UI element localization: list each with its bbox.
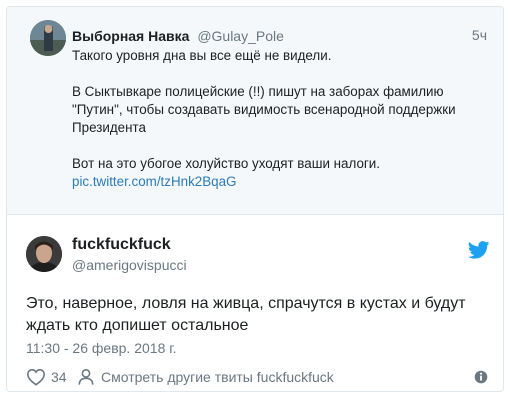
person-icon [78, 368, 94, 385]
quoted-author-name[interactable]: Выборная Навка [72, 28, 189, 44]
quoted-media-link[interactable]: pic.twitter.com/tzHnk2BqaG [72, 173, 482, 191]
quoted-paragraph: Такого уровня дна вы все ещё не видели. [72, 48, 332, 63]
quoted-author-avatar[interactable] [30, 20, 66, 56]
author-avatar[interactable] [26, 236, 62, 272]
more-tweets-link[interactable]: Смотреть другие твиты fuckfuckfuck [101, 369, 334, 385]
tweet-text: Это, наверное, ловля на живца, спрачутся… [26, 293, 496, 337]
quoted-timestamp[interactable]: 5ч [472, 27, 487, 43]
quoted-tweet[interactable]: Выборная Навка @Gulay_Pole 5ч Такого уро… [7, 7, 503, 215]
author-handle[interactable]: @amerigovispucci [72, 257, 187, 273]
tweet-date[interactable]: 11:30 - 26 февр. 2018 г. [26, 340, 177, 356]
quoted-paragraph: Вот на это убогое холуйство уходят ваши … [72, 156, 381, 171]
quoted-author: Выборная Навка @Gulay_Pole [72, 28, 284, 44]
quoted-paragraph: В Сыктывкаре полицейские (!!) пишут на з… [72, 84, 456, 135]
like-count[interactable]: 34 [51, 369, 67, 385]
tweet-text-line: Это, наверное, ловля на живца, спрачутся… [26, 295, 466, 312]
info-icon[interactable] [472, 368, 490, 386]
tweet-card: Выборная Навка @Gulay_Pole 5ч Такого уро… [6, 6, 504, 392]
quoted-text: Такого уровня дна вы все ещё не видели. … [72, 47, 482, 191]
twitter-bird-icon[interactable] [468, 241, 490, 259]
heart-icon[interactable] [26, 368, 46, 386]
author-name[interactable]: fuckfuckfuck [72, 236, 171, 254]
tweet-text-line: ждать кто допишет остальное [26, 317, 249, 334]
quoted-author-handle[interactable]: @Gulay_Pole [197, 28, 284, 44]
